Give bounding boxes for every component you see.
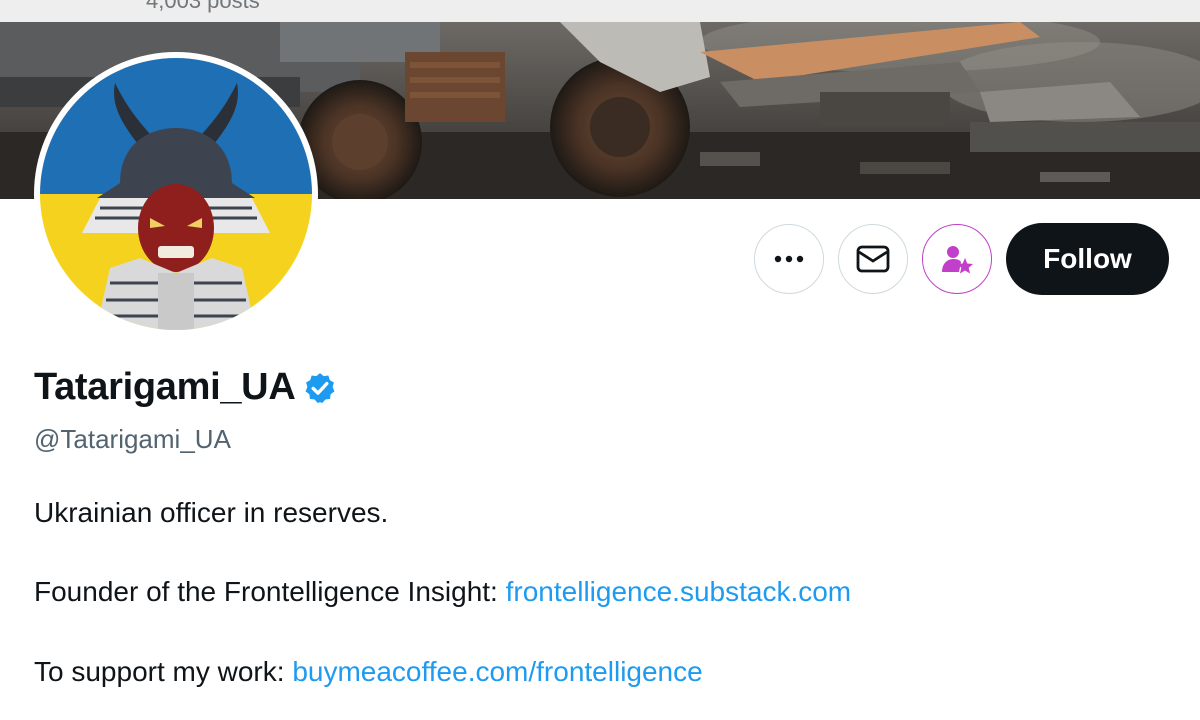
message-button[interactable] bbox=[838, 224, 908, 294]
envelope-icon bbox=[856, 245, 890, 273]
bio-line-2: Founder of the Frontelligence Insight: f… bbox=[34, 576, 851, 608]
profile-name-row: Tatarigami_UA bbox=[34, 366, 337, 409]
samurai-avatar-icon bbox=[40, 58, 312, 330]
display-name: Tatarigami_UA bbox=[34, 366, 296, 408]
more-horizontal-icon bbox=[774, 255, 804, 263]
profile-page: 4,003 posts Follow Tatarigami_UA @Tatari… bbox=[0, 0, 1200, 720]
profile-avatar[interactable] bbox=[34, 52, 318, 336]
verified-badge-icon[interactable] bbox=[303, 371, 337, 405]
person-star-icon bbox=[942, 246, 973, 274]
subscribe-button[interactable] bbox=[922, 224, 992, 294]
bio-text: To support my work: bbox=[34, 656, 293, 687]
posts-count: 4,003 posts bbox=[146, 0, 260, 13]
avatar-image bbox=[40, 58, 312, 330]
buymeacoffee-link[interactable]: buymeacoffee.com/frontelligence bbox=[292, 656, 702, 687]
follow-button[interactable]: Follow bbox=[1006, 223, 1169, 295]
profile-header-bar: 4,003 posts bbox=[0, 0, 1200, 22]
bio-line-3: To support my work: buymeacoffee.com/fro… bbox=[34, 656, 703, 688]
more-button[interactable] bbox=[754, 224, 824, 294]
substack-link[interactable]: frontelligence.substack.com bbox=[506, 576, 852, 607]
bio-text: Ukrainian officer in reserves. bbox=[34, 497, 389, 528]
bio-line-1: Ukrainian officer in reserves. bbox=[34, 497, 388, 529]
bio-text: Founder of the Frontelligence Insight: bbox=[34, 576, 506, 607]
profile-actions: Follow bbox=[754, 223, 1169, 295]
profile-handle: @Tatarigami_UA bbox=[34, 424, 231, 454]
